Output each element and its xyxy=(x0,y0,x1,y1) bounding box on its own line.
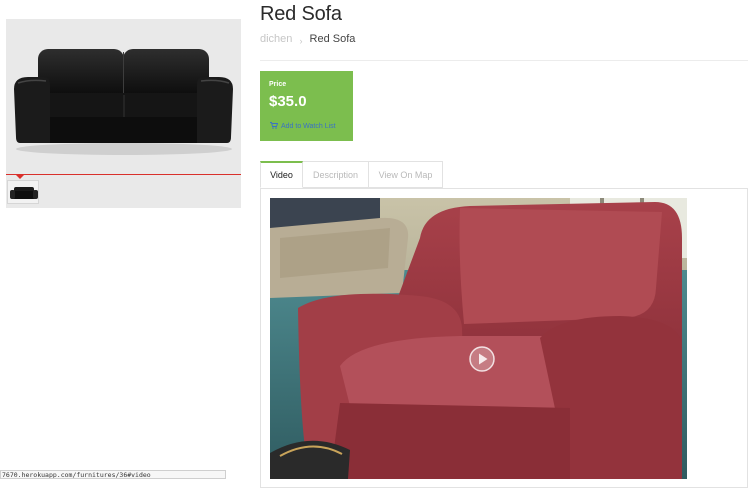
product-gallery xyxy=(6,19,241,208)
breadcrumb-link-owner[interactable]: dichen xyxy=(260,33,292,45)
breadcrumb-current: Red Sofa xyxy=(309,33,356,45)
gallery-thumbnail[interactable] xyxy=(7,180,39,204)
breadcrumb-separator: › xyxy=(299,36,303,46)
product-video[interactable] xyxy=(270,198,687,479)
browser-status-bar: 7670.herokuapp.com/furnitures/36#video xyxy=(0,470,226,479)
tab-video[interactable]: Video xyxy=(260,161,303,188)
add-to-watch-list-link[interactable]: Add to Watch List xyxy=(270,122,336,130)
breadcrumb: dichen › Red Sofa xyxy=(260,33,356,46)
price-value: $35.0 xyxy=(269,93,307,110)
gallery-active-pointer xyxy=(16,175,24,179)
play-icon[interactable] xyxy=(468,345,496,373)
header-divider xyxy=(260,60,748,61)
tab-description[interactable]: Description xyxy=(302,161,369,188)
watch-list-label: Add to Watch List xyxy=(281,123,336,130)
price-label: Price xyxy=(269,81,287,88)
cart-icon xyxy=(270,122,278,129)
tab-view-on-map[interactable]: View On Map xyxy=(368,161,443,188)
product-title: Red Sofa xyxy=(260,3,342,25)
product-main-image[interactable] xyxy=(6,19,241,174)
price-box: Price $35.0 Add to Watch List xyxy=(260,71,353,141)
gallery-active-line xyxy=(6,174,241,175)
